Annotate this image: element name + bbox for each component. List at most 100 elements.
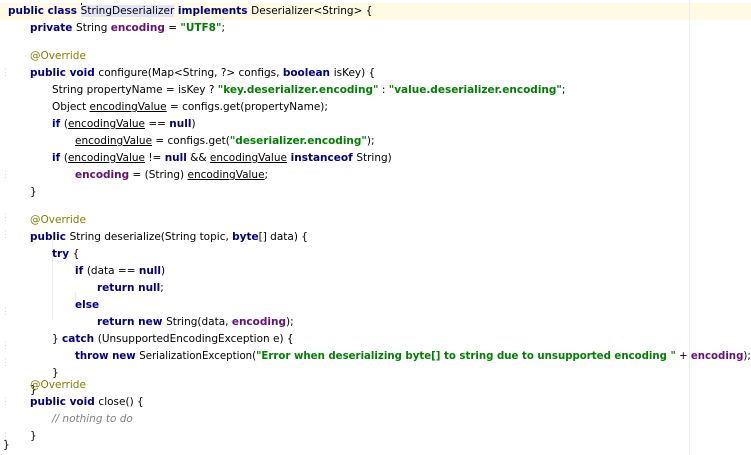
code-line[interactable]: public void configure(Map<String, ?> con…	[30, 65, 375, 82]
code-line[interactable]: if (encodingValue == null)	[52, 116, 196, 133]
code-text: close() {	[98, 396, 144, 408]
field-name: encoding	[231, 316, 286, 328]
variable-name: encodingValue	[209, 152, 287, 164]
fold-marker-icon[interactable]: ⋮	[1, 68, 10, 78]
code-text: :	[378, 84, 389, 96]
keyword: null	[169, 118, 192, 130]
code-line[interactable]: public class StringDeserializer implemen…	[8, 3, 372, 20]
code-line[interactable]: @Override	[30, 48, 86, 65]
code-line[interactable]: try {	[52, 246, 79, 263]
string-literal: "key.deserializer.encoding"	[217, 84, 379, 96]
code-text: (UnsupportedEncodingException e) {	[97, 333, 294, 345]
code-text: }	[52, 333, 63, 345]
keyword: null	[138, 265, 162, 277]
comment: // nothing to do	[52, 413, 133, 425]
code-line[interactable]: } catch (UnsupportedEncodingException e)…	[52, 331, 294, 348]
keyword: public void	[30, 396, 99, 408]
keyword: if	[75, 265, 87, 277]
code-text: )	[161, 265, 166, 277]
variable-name: encodingValue	[187, 169, 265, 181]
code-text: String propertyName = isKey ?	[52, 84, 218, 96]
code-text: }	[3, 439, 10, 451]
code-text: String(data,	[166, 316, 232, 328]
keyword: byte	[232, 231, 259, 243]
code-text: );	[366, 135, 375, 147]
annotation: @Override	[30, 379, 86, 391]
fold-marker-icon[interactable]: ⋮	[1, 230, 10, 240]
keyword: public	[30, 231, 70, 243]
code-line[interactable]: }	[30, 184, 37, 201]
code-line[interactable]: encoding = (String) encodingValue;	[75, 167, 268, 184]
keyword: boolean	[282, 67, 334, 79]
right-margin-guide	[689, 0, 690, 455]
code-line[interactable]: throw new SerializationException("Error …	[75, 348, 751, 365]
class-name: StringDeserializer	[80, 5, 175, 17]
string-literal: "UTF8"	[180, 22, 222, 34]
code-line[interactable]: return new String(data, encoding);	[97, 314, 294, 331]
keyword: catch	[62, 333, 98, 345]
code-text: = configs.get(	[152, 135, 230, 147]
code-line[interactable]: }	[30, 428, 37, 445]
code-text: ==	[145, 118, 170, 130]
keyword: public class	[8, 5, 81, 17]
code-text: SerializationException(	[139, 351, 257, 362]
code-text: )	[191, 118, 196, 130]
code-text: &&	[186, 152, 210, 164]
fold-marker-icon[interactable]: ⋮	[1, 307, 10, 317]
field-name: encoding	[690, 351, 744, 362]
code-text: ;	[160, 282, 164, 294]
variable-name: encodingValue	[89, 101, 167, 113]
fold-marker-icon[interactable]: ⋮	[1, 358, 10, 368]
code-line[interactable]: // nothing to do	[52, 411, 133, 428]
code-line[interactable]: return null;	[97, 280, 164, 297]
code-text: ;	[221, 22, 225, 34]
keyword: null	[164, 152, 187, 164]
fold-marker-icon[interactable]: ⋮	[1, 397, 10, 407]
code-text: isKey) {	[333, 67, 376, 79]
keyword: public void	[30, 67, 99, 79]
field-name: encoding	[110, 22, 165, 34]
code-text: String deserialize(String topic,	[69, 231, 233, 243]
keyword: implements	[174, 5, 252, 17]
code-text: }	[30, 186, 37, 198]
code-line[interactable]: private String encoding = "UTF8";	[30, 20, 225, 37]
code-line[interactable]: public void close() {	[30, 394, 144, 411]
keyword: return new	[97, 316, 167, 328]
code-text: [] data) {	[258, 231, 308, 243]
string-literal: "deserializer.encoding"	[229, 135, 367, 147]
code-text: Deserializer<String> {	[251, 5, 373, 17]
annotation: @Override	[30, 214, 86, 226]
code-text: = (String)	[129, 169, 188, 181]
keyword: private	[30, 22, 77, 34]
code-line[interactable]: public String deserialize(String topic, …	[30, 229, 308, 246]
code-line[interactable]: @Override	[30, 377, 86, 394]
code-text: );	[743, 351, 751, 362]
code-line[interactable]: else	[75, 297, 99, 314]
code-text: !=	[145, 152, 165, 164]
code-text: Object	[52, 101, 90, 113]
code-line[interactable]: encodingValue = configs.get("deserialize…	[75, 133, 375, 150]
code-editor[interactable]: ⋮ ⋮ ⋮ ⋮ ⋮ ⋮ ⋮ ⋮ ⋮ public class StringDes…	[0, 0, 751, 455]
code-text: }	[30, 430, 37, 442]
code-text: (data ==	[86, 265, 139, 277]
fold-marker-icon[interactable]: ⋮	[1, 341, 10, 351]
code-line[interactable]: String propertyName = isKey ? "key.deser…	[52, 82, 565, 99]
code-text: String)	[356, 152, 392, 164]
string-literal: "value.deserializer.encoding"	[388, 84, 562, 96]
code-text: =	[164, 22, 181, 34]
code-line[interactable]: if (data == null)	[75, 263, 165, 280]
variable-name: encodingValue	[67, 118, 145, 130]
code-line[interactable]: if (encodingValue != null && encodingVal…	[52, 150, 392, 167]
fold-marker-icon[interactable]: ⋮	[1, 213, 10, 223]
fold-marker-icon[interactable]: ⋮	[1, 170, 10, 180]
keyword: if	[52, 118, 64, 130]
string-literal: "Error when deserializing byte[] to stri…	[256, 351, 676, 362]
code-line[interactable]: Object encodingValue = configs.get(prope…	[52, 99, 328, 116]
code-line[interactable]: @Override	[30, 212, 86, 229]
code-line[interactable]: }	[3, 437, 10, 454]
annotation: @Override	[30, 50, 86, 62]
keyword: if	[52, 152, 64, 164]
code-text: );	[285, 316, 294, 328]
field-name: encoding	[75, 169, 130, 181]
code-text: ;	[561, 84, 566, 96]
